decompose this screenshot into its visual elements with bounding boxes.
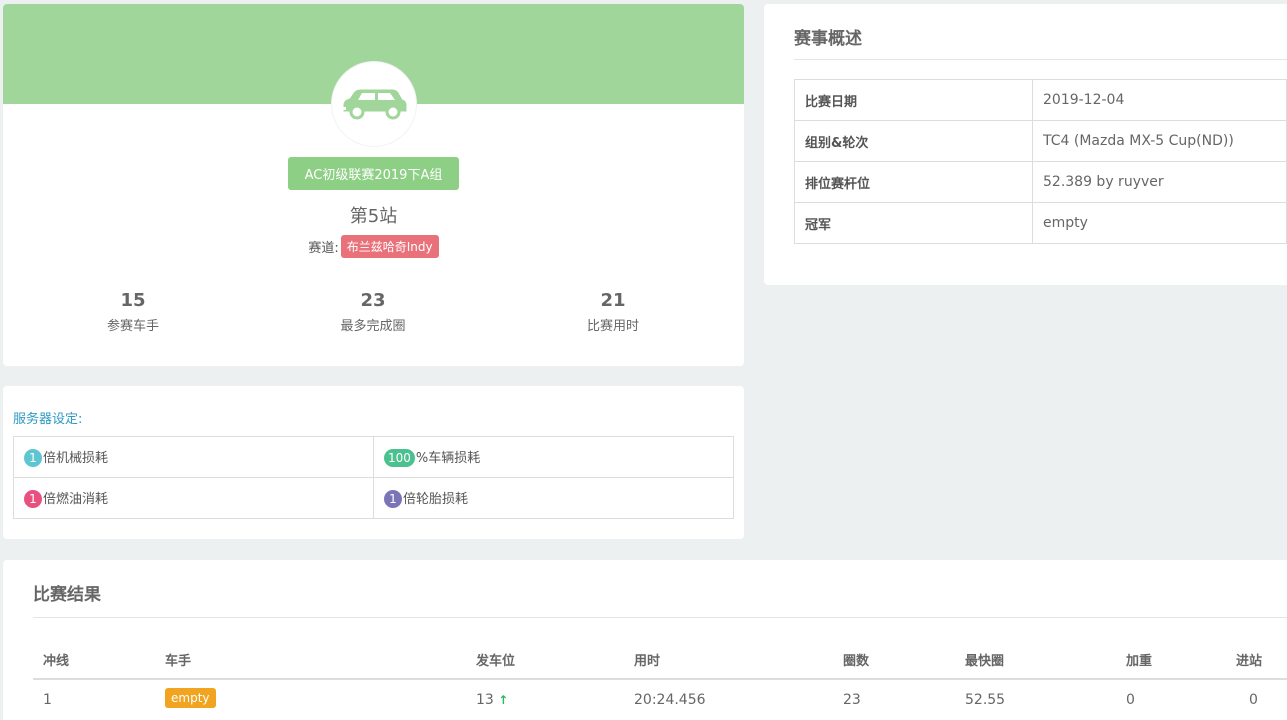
setting-text: 倍轮胎损耗	[403, 491, 469, 507]
track-row: 赛道: 布兰兹哈奇Indy	[3, 235, 744, 258]
cell-driver: empty	[165, 688, 216, 708]
stat-label: 参赛车手	[106, 319, 159, 334]
cell-time: 20:24.456	[634, 692, 706, 708]
stat-label: 比赛用时	[586, 319, 639, 334]
server-settings-card: 服务器设定: 1 倍机械损耗 100 %车辆损耗 1 倍燃油消耗 1 倍轮胎损耗	[3, 386, 744, 539]
stat-race-time: 21 比赛用时	[513, 290, 713, 334]
overview-key: 组别&轮次	[794, 120, 1033, 162]
cell-best-lap: 52.55	[965, 692, 1006, 708]
stat-value: 15	[120, 290, 146, 311]
stat-max-laps: 23 最多完成圈	[273, 290, 473, 334]
overview-key: 冠军	[794, 202, 1033, 244]
track-label: 赛道:	[308, 241, 339, 256]
setting-tire-wear: 1 倍轮胎损耗	[373, 477, 734, 519]
overview-value: 52.389 by ruyver	[1032, 161, 1287, 203]
col-header-driver[interactable]: 车手	[165, 650, 191, 669]
overview-title: 赛事概述	[794, 29, 862, 49]
setting-vehicle-damage: 100 %车辆损耗	[373, 436, 734, 478]
server-settings-title: 服务器设定:	[13, 412, 83, 427]
setting-text: %车辆损耗	[415, 450, 481, 466]
overview-row: 组别&轮次 TC4 (Mazda MX-5 Cup(ND))	[794, 120, 1287, 162]
grid-value: 13	[476, 692, 494, 708]
col-header-time[interactable]: 用时	[634, 650, 660, 669]
col-header-laps[interactable]: 圈数	[843, 650, 869, 669]
overview-value: TC4 (Mazda MX-5 Cup(ND))	[1032, 120, 1287, 162]
overview-row: 排位赛杆位 52.389 by ruyver	[794, 161, 1287, 203]
setting-mechanical-damage: 1 倍机械损耗	[13, 436, 374, 478]
overview-divider	[794, 59, 1287, 60]
col-header-ballast[interactable]: 加重	[1126, 650, 1152, 669]
stat-value: 23	[360, 290, 386, 311]
track-badge[interactable]: 布兰兹哈奇Indy	[340, 235, 439, 258]
col-header-pit[interactable]: 进站	[1236, 650, 1262, 669]
overview-key: 比赛日期	[794, 79, 1033, 121]
stat-drivers: 15 参赛车手	[33, 290, 233, 334]
driver-tag[interactable]: empty	[165, 688, 216, 708]
overview-row: 冠军 empty	[794, 202, 1287, 244]
car-avatar	[332, 62, 416, 146]
setting-value-pill: 100	[384, 449, 415, 468]
event-overview-card: 赛事概述 比赛日期 2019-12-04 组别&轮次 TC4 (Mazda MX…	[764, 4, 1287, 285]
arrow-up-icon: ↑	[498, 693, 509, 707]
results-title: 比赛结果	[33, 585, 101, 605]
cell-grid: 13 ↑	[476, 692, 508, 708]
setting-text: 倍燃油消耗	[43, 491, 109, 507]
setting-value-pill: 1	[24, 490, 42, 509]
cell-ballast: 0	[1126, 692, 1135, 708]
league-tag[interactable]: AC初级联赛2019下A组	[288, 157, 459, 190]
car-icon	[342, 89, 407, 120]
setting-fuel-consumption: 1 倍燃油消耗	[13, 477, 374, 519]
event-profile-card: AC初级联赛2019下A组 第5站 赛道: 布兰兹哈奇Indy 15 参赛车手 …	[3, 4, 744, 366]
results-divider	[33, 617, 1287, 618]
cell-pit: 0	[1249, 692, 1258, 708]
setting-value-pill: 1	[384, 490, 402, 509]
overview-key: 排位赛杆位	[794, 161, 1033, 203]
col-header-best-lap[interactable]: 最快圈	[965, 650, 1004, 669]
col-header-grid[interactable]: 发车位	[476, 650, 515, 669]
race-results-card: 比赛结果 冲线 车手 发车位 用时 圈数 最快圈 加重 进站 1 empty 1…	[3, 560, 1287, 720]
overview-value: empty	[1032, 202, 1287, 244]
setting-value-pill: 1	[24, 449, 42, 468]
station-label: 第5站	[349, 206, 398, 227]
server-settings-table: 1 倍机械损耗 100 %车辆损耗 1 倍燃油消耗 1 倍轮胎损耗	[13, 436, 734, 519]
stat-value: 21	[600, 290, 626, 311]
overview-value: 2019-12-04	[1032, 79, 1287, 121]
cell-finish: 1	[43, 692, 52, 708]
stat-label: 最多完成圈	[340, 319, 406, 334]
cell-laps: 23	[843, 692, 861, 708]
overview-row: 比赛日期 2019-12-04	[794, 79, 1287, 121]
overview-table: 比赛日期 2019-12-04 组别&轮次 TC4 (Mazda MX-5 Cu…	[794, 79, 1287, 244]
results-header-divider	[33, 678, 1287, 680]
col-header-finish[interactable]: 冲线	[43, 650, 69, 669]
setting-text: 倍机械损耗	[43, 450, 109, 466]
